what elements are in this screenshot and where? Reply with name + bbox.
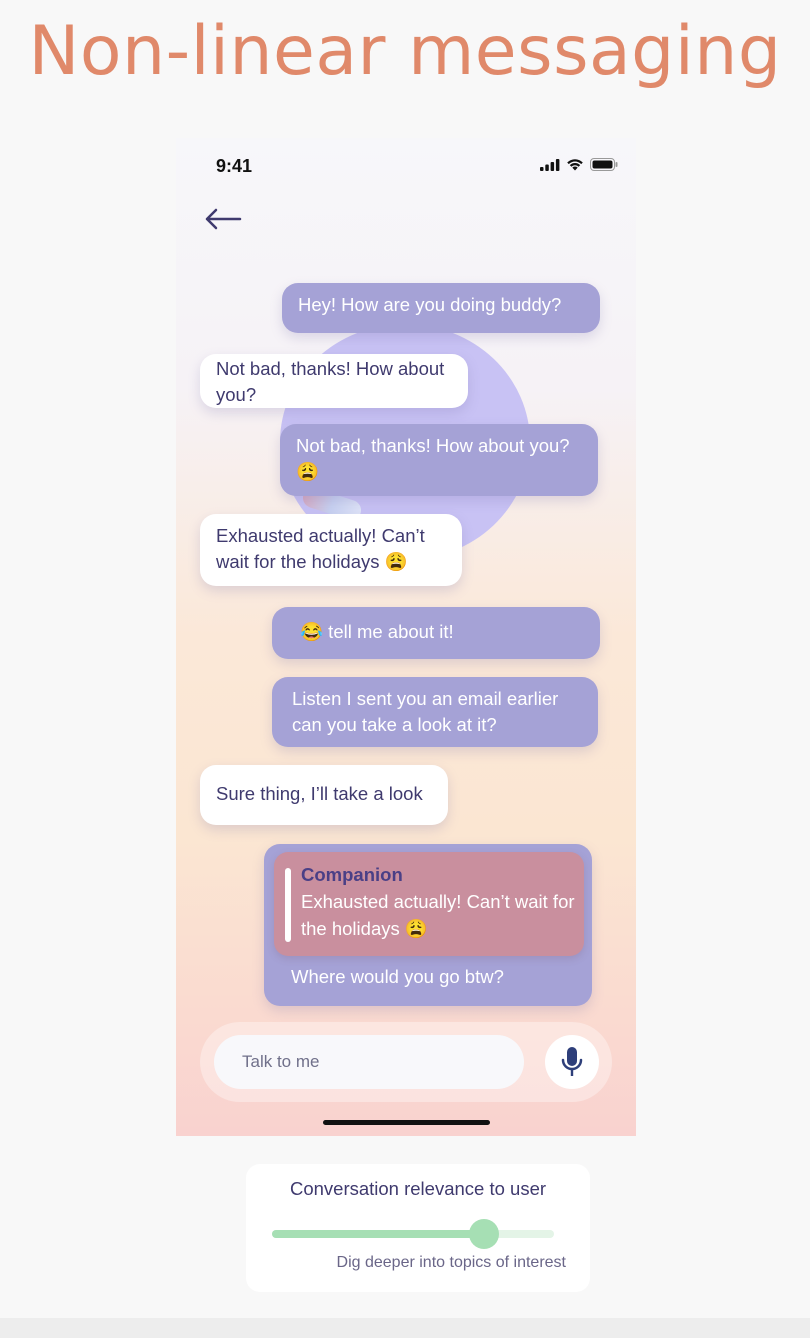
message-text: Hey! How are you doing buddy?	[298, 294, 562, 315]
message-text: Not bad, thanks! How about you?	[216, 358, 445, 405]
quote-author: Companion	[301, 864, 403, 885]
wifi-icon	[567, 159, 583, 171]
message-bubble-outgoing[interactable]: 😂 tell me about it!	[272, 607, 600, 659]
message-text: Listen I sent you an email earlier can y…	[292, 688, 559, 735]
message-bubble-outgoing[interactable]: Hey! How are you doing buddy?	[282, 283, 600, 333]
quoted-message[interactable]: Companion Exhausted actually! Can’t wait…	[274, 852, 584, 956]
relevance-slider[interactable]	[272, 1219, 554, 1249]
arrow-left-icon[interactable]	[204, 208, 242, 230]
message-bubble-outgoing[interactable]: Not bad, thanks! How about you? 😩	[280, 424, 598, 496]
bottom-strip	[0, 1318, 810, 1338]
message-bubble-incoming[interactable]: Exhausted actually! Can’t wait for the h…	[200, 514, 462, 586]
mic-button[interactable]	[545, 1035, 599, 1089]
status-time: 9:41	[216, 156, 253, 176]
message-composer	[200, 1022, 612, 1102]
page-title: Non-linear messaging	[28, 12, 782, 91]
message-text: Exhausted actually! Can’t wait for the h…	[216, 525, 425, 572]
relevance-title: Conversation relevance to user	[289, 1178, 547, 1199]
relevance-caption: Dig deeper into topics of interest	[336, 1254, 566, 1271]
message-bubble-outgoing[interactable]: Listen I sent you an email earlier can y…	[272, 677, 598, 747]
message-text: 😂 tell me about it!	[300, 621, 454, 642]
reply-text: Where would you go btw?	[291, 966, 504, 987]
cellular-signal-icon	[540, 158, 560, 171]
quote-text: Exhausted actually! Can’t wait for the h…	[301, 891, 575, 939]
message-text: Sure thing, I’ll take a look	[216, 783, 423, 804]
message-bubble-incoming[interactable]: Not bad, thanks! How about you?	[200, 354, 468, 408]
relevance-panel: Conversation relevance to user Dig deepe…	[246, 1164, 590, 1292]
home-indicator	[323, 1120, 490, 1125]
status-icons	[540, 158, 618, 171]
phone-screen: 9:41 Hey! How are you doing buddy? Not b…	[176, 138, 636, 1136]
status-bar: 9:41	[176, 138, 636, 198]
reply-message-bubble[interactable]: Companion Exhausted actually! Can’t wait…	[264, 844, 592, 1006]
microphone-icon	[561, 1047, 583, 1076]
slider-thumb[interactable]	[468, 1219, 499, 1249]
battery-icon	[590, 158, 618, 171]
quote-bar	[285, 868, 291, 942]
message-input[interactable]	[214, 1035, 524, 1089]
message-bubble-incoming[interactable]: Sure thing, I’ll take a look	[200, 765, 448, 825]
message-text: Not bad, thanks! How about you? 😩	[296, 435, 570, 482]
slider-fill	[272, 1230, 484, 1238]
